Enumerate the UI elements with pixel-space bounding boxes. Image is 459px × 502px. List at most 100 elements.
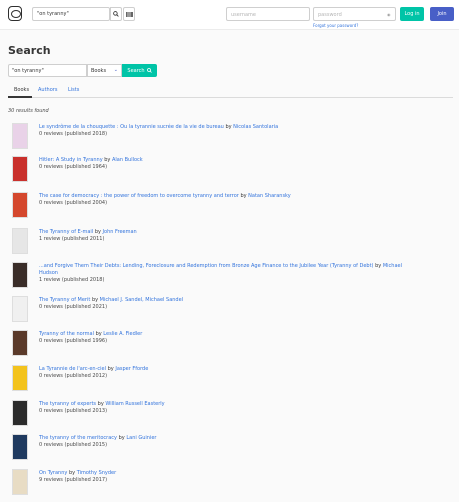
author-link[interactable]: Leslie A. Fiedler bbox=[103, 331, 142, 337]
search-icon bbox=[113, 11, 119, 17]
tab-authors[interactable]: Authors bbox=[38, 87, 57, 93]
result-meta: 0 reviews (published 1964) bbox=[39, 164, 108, 170]
result-meta: 0 reviews (published 2012) bbox=[39, 373, 108, 379]
by-label: by bbox=[68, 470, 76, 476]
book-title-link[interactable]: The Tyranny of Merit bbox=[39, 297, 90, 303]
author-link[interactable]: John Freeman bbox=[103, 229, 137, 235]
book-title-link[interactable]: ...and Forgive Them Their Debts: Lending… bbox=[39, 263, 374, 269]
result-text: Hitler: A Study in Tyranny by Alan Bullo… bbox=[39, 157, 404, 171]
result-text: ...and Forgive Them Their Debts: Lending… bbox=[39, 263, 404, 284]
author-link[interactable]: Michael J. Sandel, Michael Sandel bbox=[100, 297, 183, 303]
book-cover[interactable] bbox=[12, 434, 28, 460]
book-title-link[interactable]: The tyranny of experts bbox=[39, 401, 96, 407]
tab-books[interactable]: Books bbox=[14, 87, 29, 93]
by-label: by bbox=[107, 366, 114, 372]
search-button[interactable]: Search bbox=[122, 64, 157, 77]
search-icon bbox=[146, 68, 152, 73]
by-label: by bbox=[95, 331, 102, 337]
result-text: The tyranny of experts by William Russel… bbox=[39, 401, 404, 415]
book-title-link[interactable]: The tyranny of the meritocracy bbox=[39, 435, 117, 441]
chevron-down-icon: ⌄ bbox=[113, 67, 118, 73]
author-link[interactable]: Nicolas Santolaria bbox=[233, 124, 278, 130]
result-text: The Tyranny of E-mail by John Freeman 1 r… bbox=[39, 229, 404, 243]
result-text: Tyranny of the normal by Leslie A. Fiedl… bbox=[39, 331, 404, 345]
author-link[interactable]: Alan Bullock bbox=[112, 157, 143, 163]
result-meta: 1 review (published 2018) bbox=[39, 277, 105, 283]
result-title-line: Le syndrôme de la chouquette : Ou la tyr… bbox=[39, 124, 404, 131]
result-meta: 0 reviews (published 2004) bbox=[39, 200, 108, 206]
result-text: On Tyranny by Timothy Snyder 9 reviews (p… bbox=[39, 470, 404, 484]
result-title-line: The Tyranny of E-mail by John Freeman bbox=[39, 229, 404, 236]
join-button[interactable]: Join bbox=[430, 7, 454, 21]
book-title-link[interactable]: Hitler: A Study in Tyranny bbox=[39, 157, 103, 163]
by-label: by bbox=[118, 435, 125, 441]
barcode-scan-button[interactable] bbox=[123, 7, 135, 21]
result-title-line: The case for democracy : the power of fr… bbox=[39, 193, 404, 200]
book-title-link[interactable]: Le syndrôme de la chouquette : Ou la tyr… bbox=[39, 124, 224, 130]
result-title-line: The Tyranny of Merit by Michael J. Sande… bbox=[39, 297, 404, 304]
search-input[interactable]: "on tyranny" bbox=[8, 64, 87, 77]
result-title-line: Hitler: A Study in Tyranny by Alan Bullo… bbox=[39, 157, 404, 164]
result-meta: 0 reviews (published 2018) bbox=[39, 131, 108, 137]
book-cover[interactable] bbox=[12, 400, 28, 426]
book-title-link[interactable]: The Tyranny of E-mail bbox=[39, 229, 93, 235]
by-label: by bbox=[225, 124, 232, 130]
book-cover[interactable] bbox=[12, 330, 28, 356]
result-meta: 0 reviews (published 2015) bbox=[39, 442, 108, 448]
result-title-line: The tyranny of experts by William Russel… bbox=[39, 401, 404, 408]
by-label: by bbox=[91, 297, 99, 303]
result-text: The tyranny of the meritocracy by Lani G… bbox=[39, 435, 404, 449]
result-meta: 0 reviews (published 2021) bbox=[39, 304, 108, 310]
header-search-button[interactable] bbox=[110, 7, 122, 21]
by-label: by bbox=[240, 193, 247, 199]
active-tab-indicator bbox=[8, 96, 32, 98]
author-link[interactable]: Natan Sharansky bbox=[248, 193, 291, 199]
result-title-line: La Tyrannie de l'arc-en-ciel by Jasper F… bbox=[39, 366, 404, 373]
result-title-line: Tyranny of the normal by Leslie A. Fiedl… bbox=[39, 331, 404, 338]
results-tabs: Books Authors Lists bbox=[8, 84, 453, 98]
username-input[interactable]: username bbox=[226, 7, 310, 21]
by-label: by bbox=[97, 401, 104, 407]
search-button-label: Search bbox=[127, 67, 145, 74]
author-link[interactable]: Lani Guinier bbox=[126, 435, 156, 441]
book-cover[interactable] bbox=[12, 156, 28, 182]
result-title-line: On Tyranny by Timothy Snyder bbox=[39, 470, 404, 477]
book-cover[interactable] bbox=[12, 192, 28, 218]
result-meta: 9 reviews (published 2017) bbox=[39, 477, 108, 483]
book-cover[interactable] bbox=[12, 365, 28, 391]
result-text: La Tyrannie de l'arc-en-ciel by Jasper F… bbox=[39, 366, 404, 380]
search-type-select[interactable]: Books ⌄ bbox=[87, 64, 122, 77]
by-label: by bbox=[104, 157, 111, 163]
result-meta: 0 reviews (published 2013) bbox=[39, 408, 108, 414]
by-label: by bbox=[375, 263, 382, 269]
forgot-password-link[interactable]: Forgot your password? bbox=[313, 23, 358, 28]
book-title-link[interactable]: Tyranny of the normal bbox=[39, 331, 94, 337]
navbar: "on tyranny" username password ◉ Forgot … bbox=[0, 0, 459, 30]
book-cover[interactable] bbox=[12, 123, 28, 149]
result-title-line: The tyranny of the meritocracy by Lani G… bbox=[39, 435, 404, 442]
header-search-input[interactable]: "on tyranny" bbox=[32, 7, 110, 21]
result-meta: 1 review (published 2011) bbox=[39, 236, 105, 242]
results-count: 30 results found bbox=[8, 108, 49, 114]
barcode-icon bbox=[125, 11, 133, 17]
book-title-link[interactable]: On Tyranny bbox=[39, 470, 67, 476]
book-title-link[interactable]: La Tyrannie de l'arc-en-ciel bbox=[39, 366, 106, 372]
login-button[interactable]: Log in bbox=[400, 7, 424, 21]
book-cover[interactable] bbox=[12, 296, 28, 322]
search-type-value: Books bbox=[91, 68, 107, 74]
author-link[interactable]: Timothy Snyder bbox=[77, 470, 117, 476]
tab-lists[interactable]: Lists bbox=[68, 87, 79, 93]
book-cover[interactable] bbox=[12, 262, 28, 288]
result-text: The Tyranny of Merit by Michael J. Sande… bbox=[39, 297, 404, 311]
book-title-link[interactable]: The case for democracy : the power of fr… bbox=[39, 193, 239, 199]
author-link[interactable]: William Russell Easterly bbox=[105, 401, 164, 407]
result-meta: 0 reviews (published 1996) bbox=[39, 338, 108, 344]
logo-icon[interactable] bbox=[8, 6, 22, 21]
password-input[interactable]: password bbox=[313, 7, 396, 21]
result-text: Le syndrôme de la chouquette : Ou la tyr… bbox=[39, 124, 404, 138]
book-cover[interactable] bbox=[12, 228, 28, 254]
page-title: Search bbox=[8, 44, 51, 57]
book-cover[interactable] bbox=[12, 469, 28, 495]
author-link[interactable]: Jasper Fforde bbox=[115, 366, 148, 372]
eye-icon[interactable]: ◉ bbox=[387, 12, 391, 17]
